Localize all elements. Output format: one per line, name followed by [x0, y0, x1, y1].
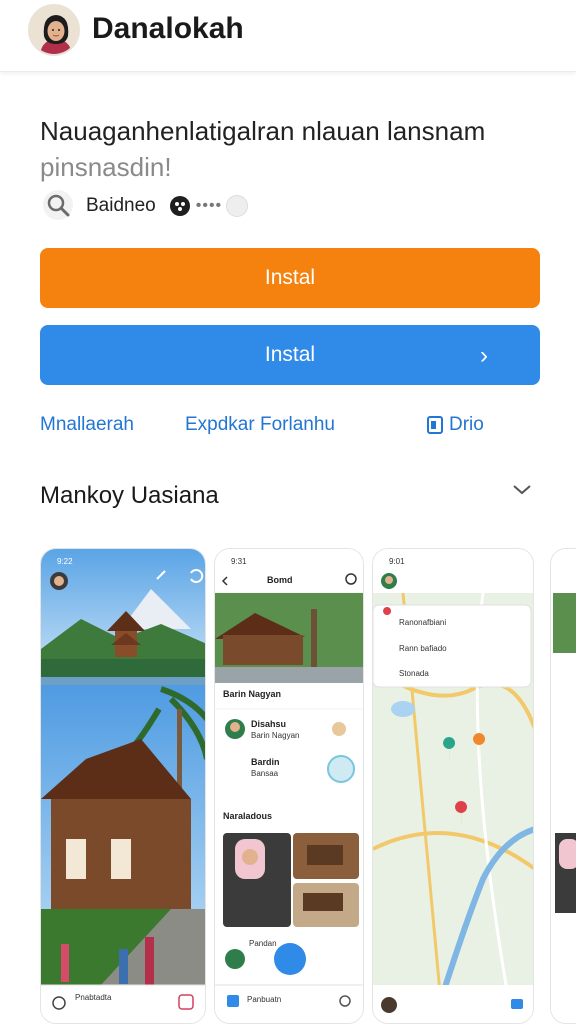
- section-title: Mankoy Uasiana: [40, 482, 219, 509]
- chevron-down-icon[interactable]: [510, 478, 534, 502]
- app-description-continued: pinsnasdin!: [40, 152, 172, 182]
- user-subtitle: Barin Nagyan: [251, 731, 300, 740]
- chevron-right-icon: ›: [480, 342, 488, 369]
- install-button-primary[interactable]: Instal: [40, 248, 540, 308]
- app-header: Danalokah: [0, 0, 576, 72]
- status-time: 9:31: [231, 557, 247, 566]
- install-button-label-secondary: Instal: [264, 343, 316, 366]
- section-heading-2: Naraladous: [223, 811, 273, 821]
- user-name: Disahsu: [251, 719, 287, 729]
- publisher-name[interactable]: Baidneo: [86, 195, 156, 217]
- bottom-nav-label: Panbuatn: [247, 995, 282, 1004]
- publisher-row: Baidneo ••••: [42, 188, 249, 224]
- map-option-1[interactable]: Ranonafbiani: [399, 618, 446, 627]
- status-time: 9:22: [57, 557, 73, 566]
- scenery-image: [41, 549, 205, 1023]
- map-option-2[interactable]: Rann bafiado: [399, 644, 447, 653]
- screen-title: Bomd: [267, 575, 293, 585]
- document-icon: [427, 416, 443, 434]
- more-dots: ••••: [195, 197, 223, 214]
- app-title: Danalokah: [92, 12, 244, 45]
- bottom-nav-label: Pnabtadta: [75, 993, 112, 1002]
- install-button-label: Instal: [264, 266, 316, 289]
- badge-icon: [169, 196, 190, 216]
- screenshot-3[interactable]: 9:01 Ranonafbiani Rann bafiado Stonada: [372, 548, 534, 1024]
- map-option-3[interactable]: Stonada: [399, 669, 429, 678]
- search-icon[interactable]: [42, 189, 76, 223]
- app-description: Nauaganhenlatigalran nlauan lansnam: [40, 116, 486, 146]
- partial-screen-image: [551, 549, 576, 1023]
- avatar[interactable]: [28, 4, 80, 56]
- screenshot-2[interactable]: 9:31 Bomd Barin Nagyan Disahsu Barin Nag…: [214, 548, 364, 1024]
- link-developer[interactable]: Mnallaerah: [40, 414, 134, 436]
- install-button-secondary[interactable]: Instal ›: [40, 325, 540, 385]
- user-subtitle-2: Bansaa: [251, 769, 279, 778]
- screenshot-1[interactable]: 9:22 Pnabtadta: [40, 548, 206, 1024]
- link-drio[interactable]: Drio: [426, 414, 484, 436]
- screenshot-4[interactable]: [550, 548, 576, 1024]
- options-icon[interactable]: [226, 195, 249, 217]
- user-name-2: Bardin: [251, 757, 280, 767]
- list-item-label: Pandan: [249, 939, 277, 948]
- map-image: [373, 549, 533, 1023]
- section-heading: Barin Nagyan: [223, 689, 282, 699]
- status-time: 9:01: [389, 557, 405, 566]
- app-screen-image: [215, 549, 363, 1023]
- link-drio-label: Drio: [449, 414, 484, 435]
- link-explore[interactable]: Expdkar Forlanhu: [185, 414, 335, 436]
